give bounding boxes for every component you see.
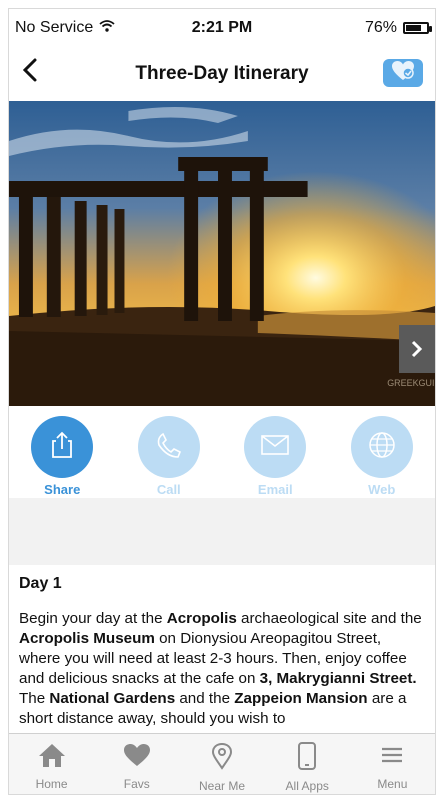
day-description: Begin your day at the Acropolis archaeol… xyxy=(19,609,425,729)
tab-favs-label: Favs xyxy=(123,777,150,791)
next-slide-button[interactable] xyxy=(399,325,435,373)
tab-home-label: Home xyxy=(35,777,68,791)
navigation-bar: Three-Day Itinerary xyxy=(9,45,435,102)
tab-all-apps-label: All Apps xyxy=(285,779,329,793)
heart-icon xyxy=(122,742,152,773)
page-title: Three-Day Itinerary xyxy=(135,63,309,84)
phone-device-icon xyxy=(296,742,318,775)
web-label: Web xyxy=(368,482,396,497)
home-icon xyxy=(37,742,67,773)
share-button[interactable] xyxy=(31,416,94,478)
battery-icon xyxy=(403,22,432,34)
paragraph-text: Begin your day at the xyxy=(19,610,167,627)
bold-place-name: 3, Makrygianni Street. xyxy=(259,670,417,687)
action-buttons-row: Share Call Email Web xyxy=(9,406,435,498)
battery-percent: 76% xyxy=(364,19,397,36)
share-label: Share xyxy=(44,482,81,497)
status-bar: No Service 2:21 PM 76% xyxy=(9,9,435,45)
share-icon xyxy=(47,430,77,465)
tab-menu-label: Menu xyxy=(377,777,408,791)
email-action[interactable]: Email xyxy=(230,406,320,498)
bold-place-name: Zappeion Mansion xyxy=(234,690,368,707)
tab-all-apps[interactable]: All Apps xyxy=(265,734,350,794)
paragraph-text: archaeological site and the xyxy=(236,610,422,627)
email-button[interactable] xyxy=(244,416,307,478)
web-button[interactable] xyxy=(350,416,413,478)
bold-place-name: Acropolis Museum xyxy=(19,630,155,647)
section-divider xyxy=(9,498,435,565)
tab-favs[interactable]: Favs xyxy=(94,734,179,794)
email-label: Email xyxy=(257,482,293,497)
call-action[interactable]: Call xyxy=(124,406,214,498)
app-screen: No Service 2:21 PM 76% Three-Day Itinera… xyxy=(8,8,436,795)
paragraph-text: The xyxy=(19,690,50,707)
tab-home[interactable]: Home xyxy=(9,734,94,794)
tab-near-me-label: Near Me xyxy=(199,779,246,793)
day-heading: Day 1 xyxy=(19,575,62,592)
web-action[interactable]: Web xyxy=(337,406,427,498)
phone-icon xyxy=(155,431,183,464)
chevron-right-icon xyxy=(410,339,424,359)
svg-text:GREEKGUIDE: GREEKGUIDE xyxy=(387,378,435,388)
bold-place-name: National Gardens xyxy=(49,690,176,707)
tab-near-me[interactable]: Near Me xyxy=(179,734,264,794)
itinerary-content: Day 1 Begin your day at the Acropolis ar… xyxy=(9,565,435,734)
temple-sunset-image: GREEKGUIDE xyxy=(9,101,435,406)
bold-place-name: Acropolis xyxy=(166,610,237,627)
location-pin-icon xyxy=(209,742,235,775)
envelope-icon xyxy=(260,434,290,461)
heart-badge-icon xyxy=(390,60,416,87)
bottom-tab-bar: Home Favs Near Me All Apps Menu xyxy=(9,733,435,794)
globe-icon xyxy=(367,430,397,465)
call-label: Call xyxy=(156,482,181,497)
hero-photo-temple-sunset: GREEKGUIDE xyxy=(9,101,435,406)
paragraph-text: and the xyxy=(175,690,235,707)
share-action[interactable]: Share xyxy=(17,406,107,498)
call-button[interactable] xyxy=(137,416,200,478)
favorite-button[interactable] xyxy=(383,59,423,87)
menu-icon xyxy=(379,742,405,773)
tab-menu[interactable]: Menu xyxy=(350,734,435,794)
